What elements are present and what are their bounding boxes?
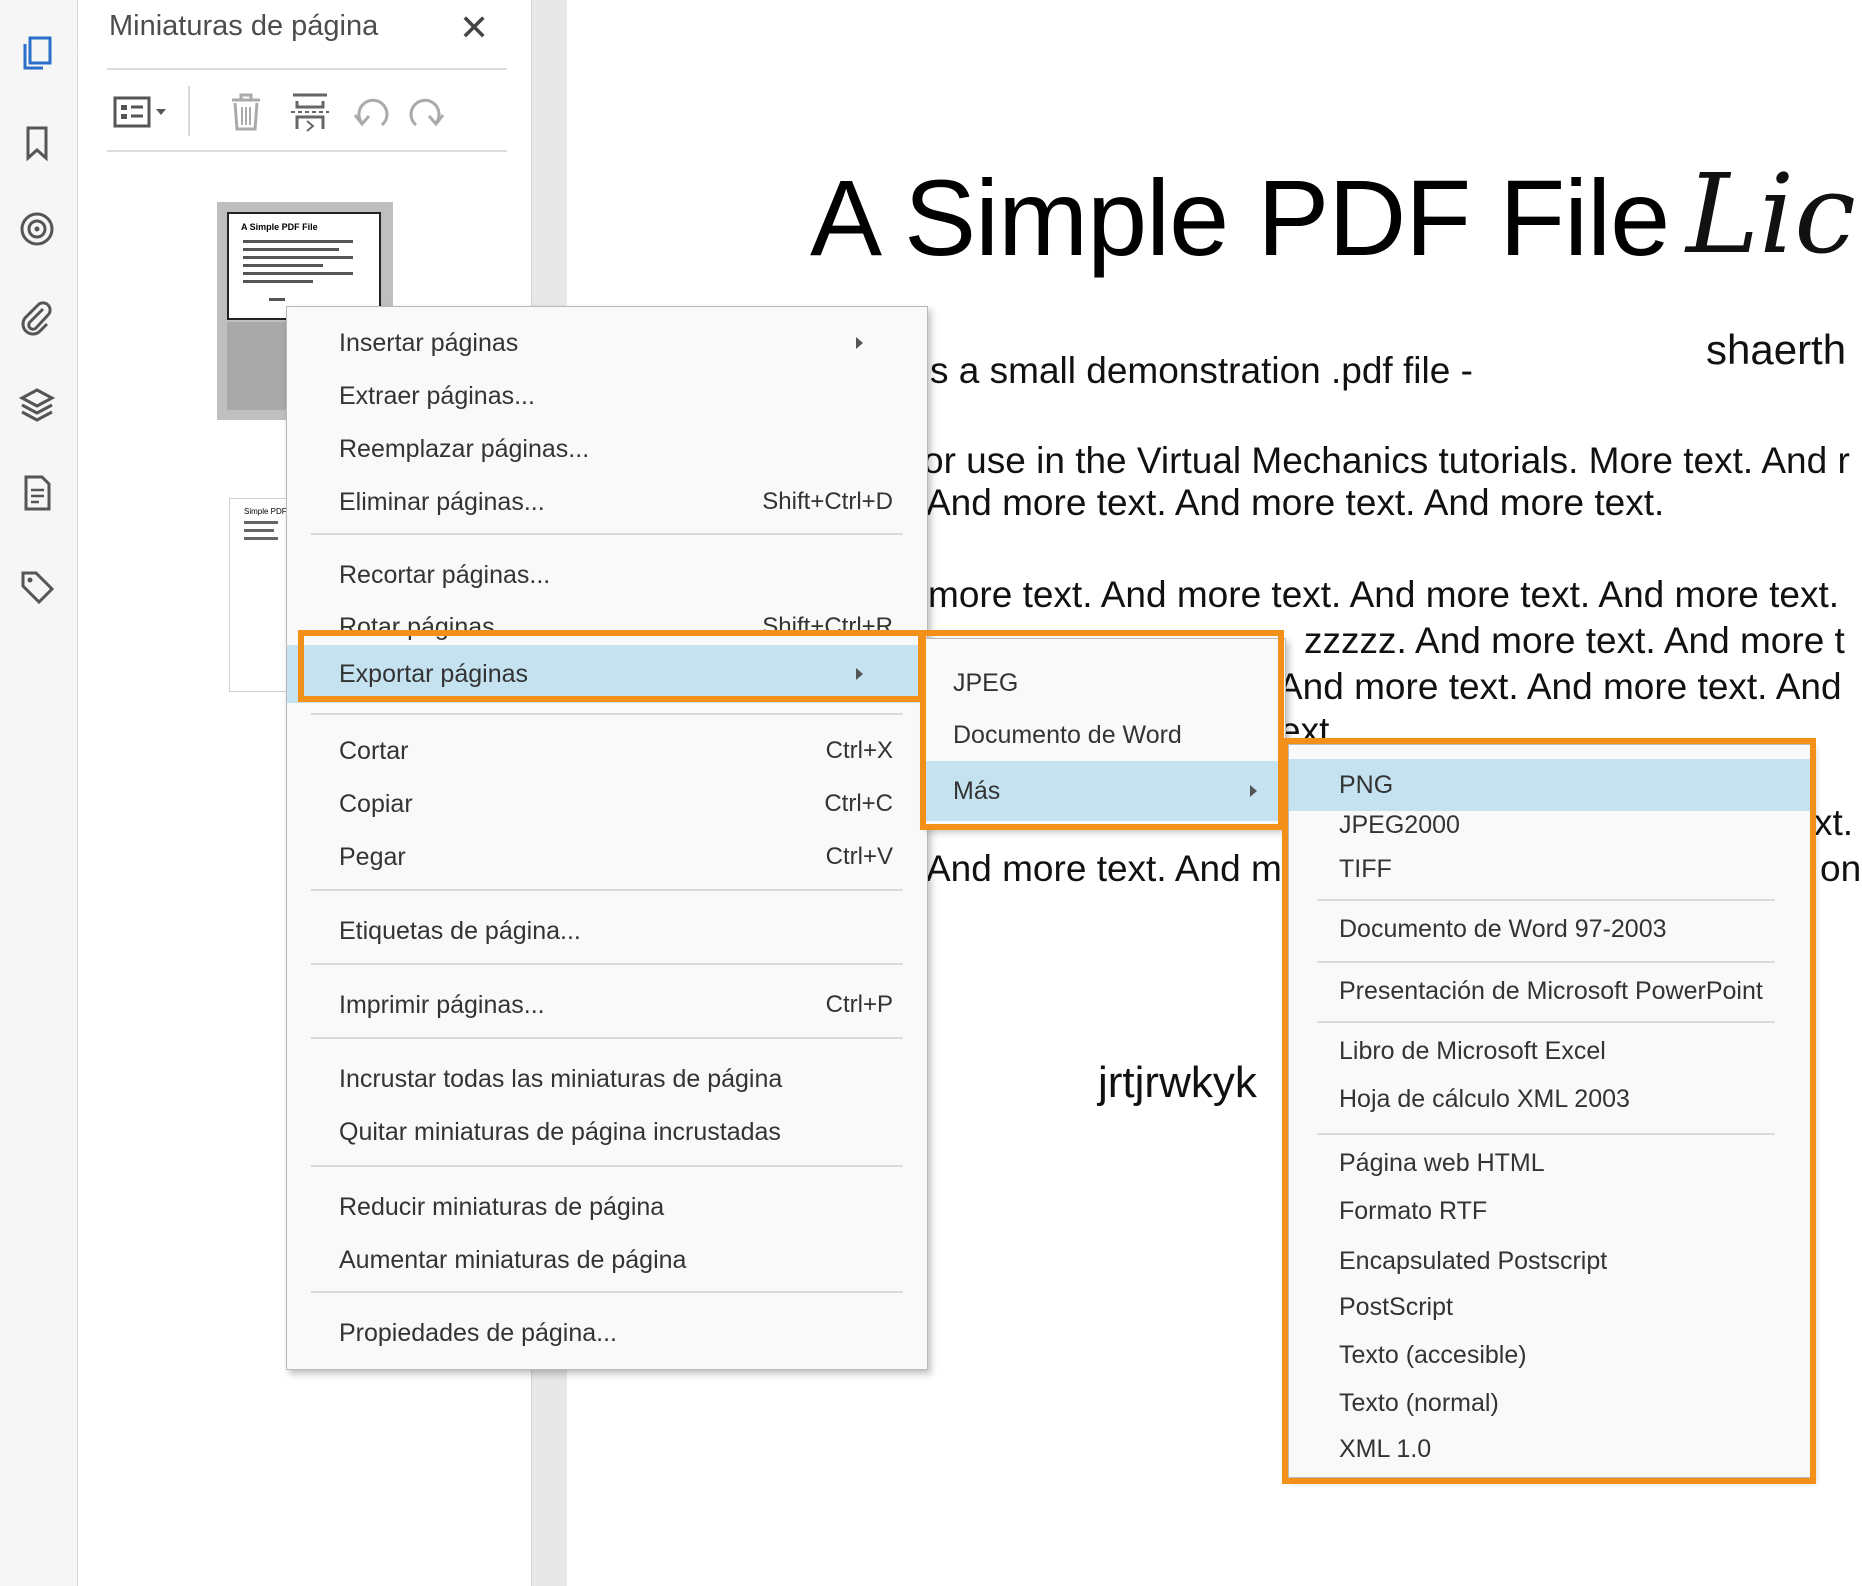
menu-separator: [311, 713, 903, 715]
submenu-arrow-icon: [856, 337, 863, 349]
document-line: or use in the Virtual Mechanics tutorial…: [923, 440, 1850, 481]
thumbnail-line: [243, 248, 339, 251]
menu-item-delete-pages[interactable]: Eliminar páginas... Shift+Ctrl+D: [287, 476, 927, 528]
menu-item-label: Cortar: [339, 736, 409, 765]
rotate-right-icon[interactable]: [399, 84, 453, 140]
document-line: zzzzz. And more text. And more t: [1304, 620, 1845, 661]
document-line: more text. And more text. And more text.…: [928, 574, 1840, 615]
menu-item-label: Insertar páginas: [339, 328, 519, 357]
document-line: And more text. And more text. And: [1278, 666, 1842, 707]
menu-separator: [311, 1165, 903, 1167]
thumbnail-line: [243, 240, 353, 243]
menu-item-label: Recortar páginas...: [339, 560, 551, 589]
thumbnail-line: [243, 272, 353, 275]
navigation-rail: [0, 0, 78, 1586]
menu-item-label: Reemplazar páginas...: [339, 434, 590, 463]
menu-item-label: Extraer páginas...: [339, 381, 535, 410]
menu-item-insert-pages[interactable]: Insertar páginas: [287, 317, 927, 369]
panel-title: Miniaturas de página: [109, 10, 379, 42]
document-signature-2: jrtjrwkyk: [1098, 1058, 1257, 1107]
menu-item-shortcut: Ctrl+C: [824, 790, 893, 817]
menu-item-remove-thumbnails[interactable]: Quitar miniaturas de página incrustadas: [287, 1106, 927, 1158]
thumbnail-line: [244, 537, 278, 540]
thumbnail-line: [244, 529, 274, 532]
menu-item-label: Copiar: [339, 789, 413, 818]
menu-item-reduce-thumbnails[interactable]: Reducir miniaturas de página: [287, 1181, 927, 1233]
export-pages-highlight-box: [298, 630, 924, 702]
bookmark-icon[interactable]: [14, 120, 60, 166]
thumbnail-title: Simple PDF: [244, 507, 287, 516]
thumbnail-line: [243, 264, 323, 267]
menu-item-label: Reducir miniaturas de página: [339, 1192, 665, 1221]
thumbnail-line: [269, 298, 285, 301]
document-line: And more text. And more text. And more t…: [926, 482, 1665, 523]
insert-page-icon[interactable]: [283, 84, 337, 140]
thumbnail-title: A Simple PDF File: [241, 222, 318, 232]
menu-item-embed-thumbnails[interactable]: Incrustar todas las miniaturas de página: [287, 1053, 927, 1105]
rotate-left-icon[interactable]: [345, 84, 399, 140]
thumbnail-line: [243, 256, 353, 259]
toolbar-divider: [188, 86, 190, 136]
menu-item-copy[interactable]: Copiar Ctrl+C: [287, 778, 927, 830]
document-signature: Lic: [1686, 150, 1856, 278]
more-formats-highlight-box: [1282, 738, 1816, 1484]
thumbnail-line: [244, 521, 278, 524]
menu-item-label: Aumentar miniaturas de página: [339, 1245, 687, 1274]
document-icon[interactable]: [14, 470, 60, 516]
menu-item-replace-pages[interactable]: Reemplazar páginas...: [287, 423, 927, 475]
close-icon[interactable]: ✕: [459, 8, 489, 48]
menu-item-crop-pages[interactable]: Recortar páginas...: [287, 549, 927, 601]
options-menu-button[interactable]: [107, 84, 177, 140]
menu-separator: [311, 533, 903, 535]
menu-item-label: Quitar miniaturas de página incrustadas: [339, 1117, 781, 1146]
page-context-menu: Insertar páginas Extraer páginas... Reem…: [286, 306, 928, 1370]
panel-separator: [107, 68, 507, 70]
pages-icon[interactable]: [14, 30, 60, 76]
trash-icon[interactable]: [219, 84, 273, 140]
thumbnail-line: [243, 280, 313, 283]
menu-separator: [311, 1291, 903, 1293]
menu-item-page-properties[interactable]: Propiedades de página...: [287, 1307, 927, 1359]
panel-separator: [107, 150, 507, 152]
menu-item-label: Imprimir páginas...: [339, 990, 545, 1019]
menu-item-shortcut: Ctrl+V: [825, 843, 893, 870]
menu-separator: [311, 963, 903, 965]
menu-item-page-labels[interactable]: Etiquetas de página...: [287, 905, 927, 957]
menu-item-label: Propiedades de página...: [339, 1318, 617, 1347]
tag-icon[interactable]: [14, 564, 60, 610]
document-title: A Simple PDF File: [810, 157, 1670, 278]
menu-item-shortcut: Ctrl+P: [825, 991, 893, 1018]
menu-item-shortcut: Ctrl+X: [825, 737, 893, 764]
document-line: xt.: [1814, 802, 1854, 843]
target-icon[interactable]: [14, 206, 60, 252]
document-line: s a small demonstration .pdf file -: [930, 350, 1473, 391]
export-submenu-highlight-box: [920, 630, 1284, 830]
menu-separator: [311, 889, 903, 891]
menu-item-enlarge-thumbnails[interactable]: Aumentar miniaturas de página: [287, 1234, 927, 1286]
menu-item-label: Etiquetas de página...: [339, 916, 581, 945]
document-author: shaerth: [1706, 326, 1847, 373]
menu-item-extract-pages[interactable]: Extraer páginas...: [287, 370, 927, 422]
menu-item-print-pages[interactable]: Imprimir páginas... Ctrl+P: [287, 979, 927, 1031]
menu-item-label: Pegar: [339, 842, 406, 871]
menu-item-shortcut: Shift+Ctrl+D: [762, 488, 893, 515]
menu-item-paste[interactable]: Pegar Ctrl+V: [287, 831, 927, 883]
layers-icon[interactable]: [14, 382, 60, 428]
menu-item-label: Eliminar páginas...: [339, 487, 545, 516]
page-thumbnail-1[interactable]: A Simple PDF File: [227, 212, 381, 320]
rail-active-notch: [66, 38, 78, 66]
menu-item-cut[interactable]: Cortar Ctrl+X: [287, 725, 927, 777]
document-line: on: [1820, 848, 1862, 889]
menu-item-label: Incrustar todas las miniaturas de página: [339, 1064, 783, 1093]
paperclip-icon[interactable]: [14, 294, 60, 340]
document-line: And more text. And m: [926, 848, 1282, 889]
menu-separator: [311, 1037, 903, 1039]
